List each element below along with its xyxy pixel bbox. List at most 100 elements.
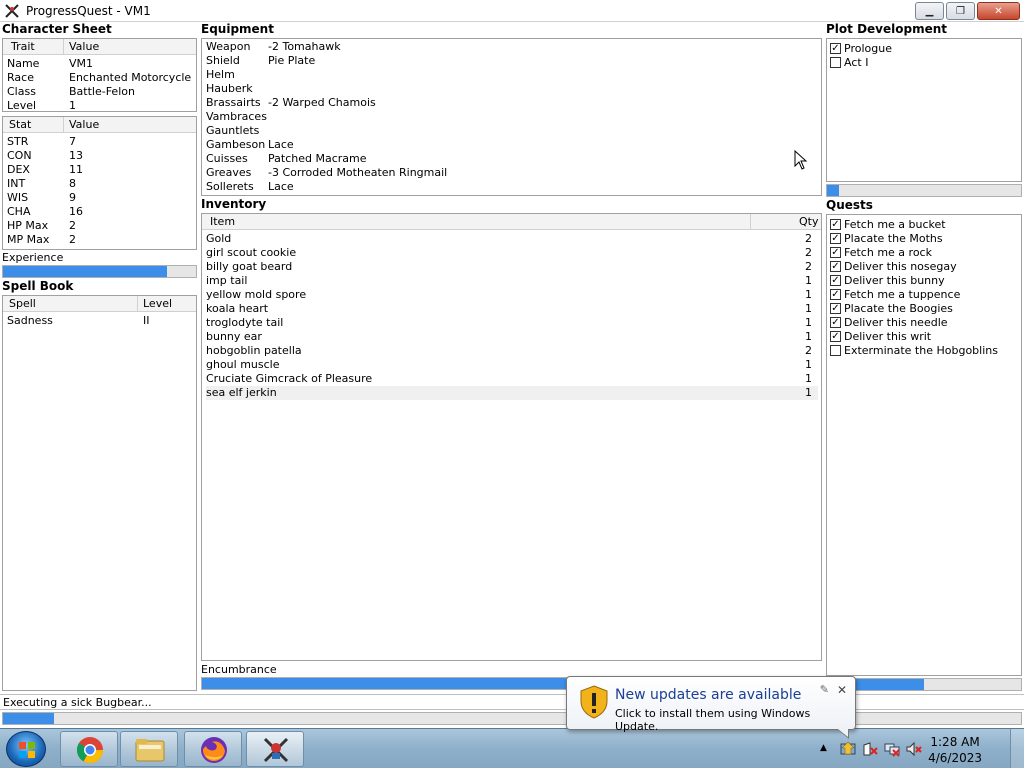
traits-list[interactable]: Trait Value Name VM1 Race Enchanted Motorcy… bbox=[2, 38, 197, 112]
taskbar-progressquest[interactable] bbox=[246, 731, 304, 767]
show-hidden-icons-icon[interactable]: ▲ bbox=[820, 743, 827, 753]
network-icon[interactable] bbox=[884, 741, 900, 757]
inventory-row[interactable]: imp tail 1 bbox=[206, 274, 818, 288]
equipment-list[interactable]: Weapon -2 Tomahawk Shield Pie Plate Helm Haub… bbox=[201, 38, 822, 196]
quest-item-checkbox[interactable]: ✓ bbox=[830, 303, 841, 314]
stat-row[interactable]: HP Max 2 bbox=[7, 219, 192, 233]
equipment-row[interactable]: Vambraces bbox=[206, 110, 806, 124]
balloon-close-icon[interactable]: ✕ bbox=[837, 683, 847, 697]
equipment-row-label: Cuisses bbox=[206, 152, 248, 165]
trait-row[interactable]: Race Enchanted Motorcycle bbox=[7, 71, 192, 85]
close-button[interactable]: ✕ bbox=[977, 2, 1020, 20]
inventory-row[interactable]: koala heart 1 bbox=[206, 302, 818, 316]
restore-icon: ❐ bbox=[956, 5, 965, 17]
clock[interactable]: 1:28 AM 4/6/2023 bbox=[928, 734, 982, 766]
trait-row[interactable]: Level 1 bbox=[7, 99, 192, 113]
stat-row[interactable]: MP Max 2 bbox=[7, 233, 192, 247]
equipment-row[interactable]: Cuisses Patched Macrame bbox=[206, 152, 806, 166]
quest-item[interactable]: ✓ Deliver this needle bbox=[830, 316, 1015, 330]
value-column-header[interactable]: Value bbox=[69, 40, 99, 53]
quest-item-checkbox[interactable]: ✓ bbox=[830, 289, 841, 300]
inventory-row[interactable]: troglodyte tail 1 bbox=[206, 316, 818, 330]
level-column-header[interactable]: Level bbox=[143, 297, 172, 310]
minimize-button[interactable]: ▁ bbox=[915, 2, 944, 20]
equipment-row-value: Patched Macrame bbox=[268, 152, 367, 165]
inventory-row[interactable]: ghoul muscle 1 bbox=[206, 358, 818, 372]
stat-row[interactable]: CON 13 bbox=[7, 149, 192, 163]
spell-row[interactable]: Sadness II bbox=[7, 314, 192, 328]
action-center-icon[interactable] bbox=[862, 741, 878, 757]
equipment-row[interactable]: Helm bbox=[206, 68, 806, 82]
plot-list[interactable]: ✓ Prologue Act I bbox=[826, 38, 1022, 182]
inventory-row[interactable]: hobgoblin patella 2 bbox=[206, 344, 818, 358]
stats-list[interactable]: Stat Value STR 7 CON 13 DEX 11 INT 8 WIS 9 CHA 16 HP… bbox=[2, 116, 197, 250]
taskbar-firefox[interactable] bbox=[184, 731, 242, 767]
quest-item[interactable]: ✓ Placate the Moths bbox=[830, 232, 1015, 246]
quest-item[interactable]: ✓ Deliver this nosegay bbox=[830, 260, 1015, 274]
stat-value-column-header[interactable]: Value bbox=[69, 118, 99, 131]
equipment-row[interactable]: Shield Pie Plate bbox=[206, 54, 806, 68]
plot-act-item-checkbox[interactable]: ✓ bbox=[830, 43, 841, 54]
quest-item[interactable]: ✓ Fetch me a tuppence bbox=[830, 288, 1015, 302]
stat-column-header[interactable]: Stat bbox=[9, 118, 31, 131]
balloon-options-icon[interactable]: ✎ bbox=[820, 683, 829, 696]
equipment-row[interactable]: Weapon -2 Tomahawk bbox=[206, 40, 806, 54]
plot-act-item[interactable]: Act I bbox=[830, 56, 1015, 70]
inventory-row[interactable]: Cruciate Gimcrack of Pleasure 1 bbox=[206, 372, 818, 386]
quest-item[interactable]: ✓ Placate the Boogies bbox=[830, 302, 1015, 316]
inventory-row[interactable]: Gold 2 bbox=[206, 232, 818, 246]
experience-bar bbox=[2, 265, 197, 278]
encumbrance-label: Encumbrance bbox=[201, 663, 277, 676]
quest-item[interactable]: ✓ Deliver this bunny bbox=[830, 274, 1015, 288]
taskbar-file-explorer[interactable] bbox=[120, 731, 178, 767]
equipment-row[interactable]: Gauntlets bbox=[206, 124, 806, 138]
quest-item[interactable]: ✓ Fetch me a bucket bbox=[830, 218, 1015, 232]
equipment-row[interactable]: Hauberk bbox=[206, 82, 806, 96]
qty-column-header[interactable]: Qty bbox=[799, 215, 818, 228]
stat-row[interactable]: INT 8 bbox=[7, 177, 192, 191]
trait-column-header[interactable]: Trait bbox=[11, 40, 35, 53]
quest-item-checkbox[interactable]: ✓ bbox=[830, 317, 841, 328]
quest-item-checkbox[interactable]: ✓ bbox=[830, 261, 841, 272]
balloon-title: New updates are available bbox=[615, 687, 802, 703]
show-desktop-button[interactable] bbox=[1010, 729, 1024, 768]
plot-act-item-checkbox[interactable] bbox=[830, 57, 841, 68]
trait-row[interactable]: Class Battle-Felon bbox=[7, 85, 192, 99]
stat-row[interactable]: WIS 9 bbox=[7, 191, 192, 205]
update-notification-balloon[interactable]: New updates are available Click to insta… bbox=[566, 676, 856, 739]
equipment-row[interactable]: Greaves -3 Corroded Motheaten Ringmail bbox=[206, 166, 806, 180]
quest-item[interactable]: ✓ Fetch me a rock bbox=[830, 246, 1015, 260]
quest-item-checkbox[interactable] bbox=[830, 345, 841, 356]
stat-row[interactable]: STR 7 bbox=[7, 135, 192, 149]
trait-row[interactable]: Name VM1 bbox=[7, 57, 192, 71]
inventory-row[interactable]: billy goat beard 2 bbox=[206, 260, 818, 274]
stat-row[interactable]: CHA 16 bbox=[7, 205, 192, 219]
volume-icon[interactable] bbox=[906, 741, 922, 757]
inventory-row[interactable]: bunny ear 1 bbox=[206, 330, 818, 344]
quest-item[interactable]: Exterminate the Hobgoblins bbox=[830, 344, 1015, 358]
equipment-row[interactable]: Brassairts -2 Warped Chamois bbox=[206, 96, 806, 110]
quest-list[interactable]: ✓ Fetch me a bucket ✓ Placate the Moths ✓ Fet… bbox=[826, 214, 1022, 676]
quest-item-checkbox[interactable]: ✓ bbox=[830, 331, 841, 342]
equipment-row[interactable]: Sollerets Lace bbox=[206, 180, 806, 194]
spell-column-header[interactable]: Spell bbox=[9, 297, 36, 310]
stat-row[interactable]: DEX 11 bbox=[7, 163, 192, 177]
trait-row-value: VM1 bbox=[69, 57, 94, 70]
spell-list[interactable]: Spell Level Sadness II bbox=[2, 295, 197, 691]
plot-act-item[interactable]: ✓ Prologue bbox=[830, 42, 1015, 56]
inventory-row[interactable]: sea elf jerkin 1 bbox=[206, 386, 818, 400]
equipment-row[interactable]: Gambeson Lace bbox=[206, 138, 806, 152]
inventory-row[interactable]: yellow mold spore 1 bbox=[206, 288, 818, 302]
item-column-header[interactable]: Item bbox=[210, 215, 235, 228]
quest-item-checkbox[interactable]: ✓ bbox=[830, 275, 841, 286]
windows-update-tray-icon[interactable] bbox=[840, 741, 856, 757]
quest-item-checkbox[interactable]: ✓ bbox=[830, 247, 841, 258]
maximize-button[interactable]: ❐ bbox=[946, 2, 975, 20]
taskbar-chrome[interactable] bbox=[60, 731, 118, 767]
inventory-row[interactable]: girl scout cookie 2 bbox=[206, 246, 818, 260]
quest-item-checkbox[interactable]: ✓ bbox=[830, 233, 841, 244]
inventory-list[interactable]: Item Qty Gold 2 girl scout cookie 2 billy go… bbox=[201, 213, 822, 661]
quest-item-checkbox[interactable]: ✓ bbox=[830, 219, 841, 230]
quest-item[interactable]: ✓ Deliver this writ bbox=[830, 330, 1015, 344]
start-button[interactable] bbox=[6, 731, 46, 767]
